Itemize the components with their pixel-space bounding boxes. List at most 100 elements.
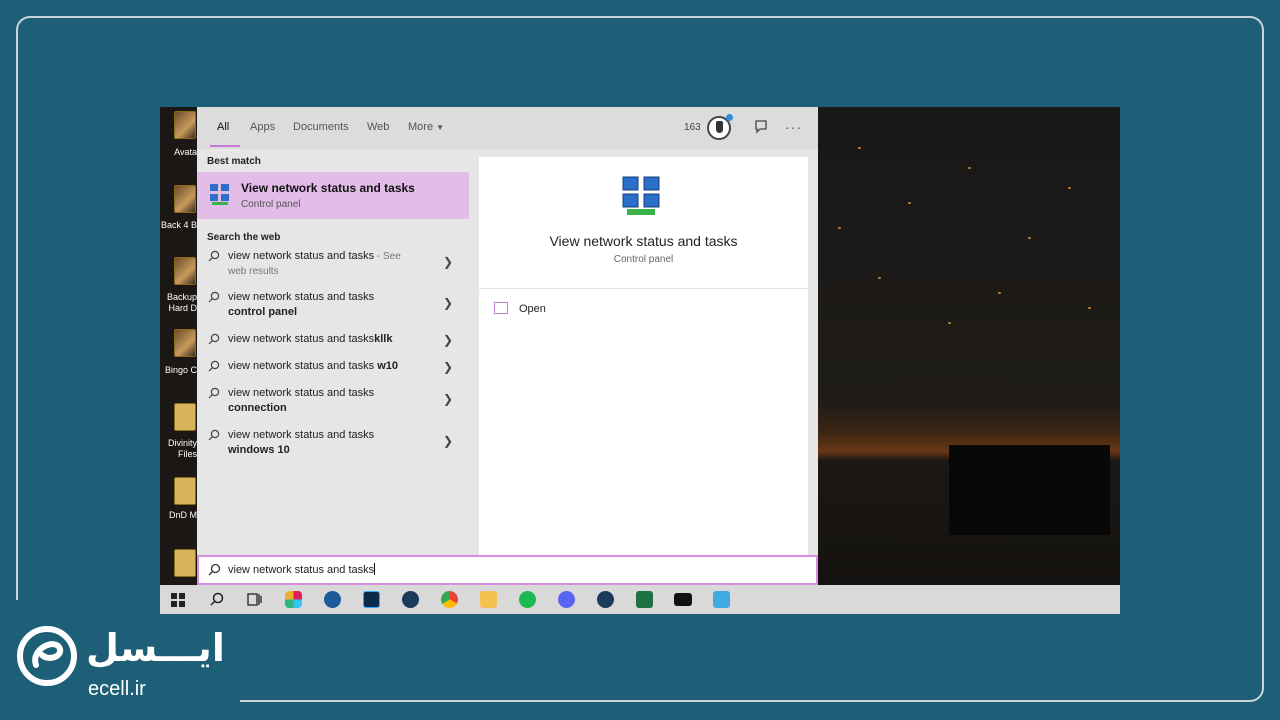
tab-more-label: More xyxy=(408,121,434,133)
file-explorer-icon[interactable] xyxy=(480,591,497,608)
search-panel: All Apps Documents Web More ▼ 163 ··· Be… xyxy=(197,107,818,555)
preview-title: View network status and tasks xyxy=(549,233,738,249)
web-result-text: view network status and tasks windows 10 xyxy=(228,428,374,458)
best-match-item[interactable]: View network status and tasks Control pa… xyxy=(197,172,469,219)
best-match-heading: Best match xyxy=(207,156,261,167)
web-result-query: view network status and tasks xyxy=(228,333,375,345)
photoshop-icon[interactable] xyxy=(363,591,380,608)
chevron-right-icon[interactable]: ❯ xyxy=(443,434,453,448)
wallpaper-star xyxy=(838,227,841,229)
desktop-icons-column: Avata Back 4 B Backup Hard D Bingo C Div… xyxy=(160,107,197,585)
screenshot-area: Avata Back 4 B Backup Hard D Bingo C Div… xyxy=(160,107,1120,614)
logo-site-text: ecell.ir xyxy=(88,678,146,700)
chrome-icon[interactable] xyxy=(441,591,458,608)
web-result-completion: kllk xyxy=(374,333,393,345)
chevron-right-icon[interactable]: ❯ xyxy=(443,333,453,347)
wallpaper-star xyxy=(1068,187,1071,189)
web-result-completion: windows 10 xyxy=(228,444,290,456)
search-icon xyxy=(208,387,220,399)
network-icon xyxy=(210,184,229,205)
chevron-right-icon[interactable]: ❯ xyxy=(443,255,453,269)
tab-all[interactable]: All xyxy=(217,121,229,133)
excel-icon[interactable] xyxy=(636,591,653,608)
wallpaper-star xyxy=(858,147,861,149)
terminal-icon[interactable] xyxy=(674,593,692,606)
web-result-completion: w10 xyxy=(377,360,398,372)
rewards-points: 163 xyxy=(684,122,701,133)
tab-apps[interactable]: Apps xyxy=(250,121,275,133)
chevron-right-icon[interactable]: ❯ xyxy=(443,296,453,310)
windows-start-icon[interactable] xyxy=(171,593,185,607)
search-box[interactable]: view network status and tasks xyxy=(197,555,818,585)
web-result-query: view network status and tasks xyxy=(228,250,375,262)
wallpaper-star xyxy=(968,167,971,169)
preview-pane: View network status and tasks Control pa… xyxy=(479,157,808,555)
more-options-icon[interactable]: ··· xyxy=(785,119,802,135)
wallpaper-star xyxy=(878,277,881,279)
desktop-file-icon[interactable] xyxy=(174,185,196,213)
ecell-logo-icon xyxy=(17,626,77,686)
steam-icon[interactable] xyxy=(402,591,419,608)
active-tab-indicator xyxy=(210,145,240,147)
web-result-text: view network status and taskskllk xyxy=(228,332,392,347)
spotify-icon[interactable] xyxy=(519,591,536,608)
wallpaper-star xyxy=(948,322,951,324)
open-icon xyxy=(494,302,508,314)
search-icon xyxy=(208,333,220,345)
web-result-text: view network status and tasks control pan… xyxy=(228,290,374,320)
logo-arabic-text: ایـــسل xyxy=(86,626,225,670)
web-result-completion: control panel xyxy=(228,306,298,318)
tab-web[interactable]: Web xyxy=(367,121,389,133)
web-result-line2: web results xyxy=(228,266,279,277)
desktop-file-icon[interactable] xyxy=(174,111,196,139)
app-circle-icon[interactable] xyxy=(324,591,341,608)
discord-icon[interactable] xyxy=(558,591,575,608)
taskbar xyxy=(160,585,1120,614)
chevron-right-icon[interactable]: ❯ xyxy=(443,392,453,406)
desktop-file-icon[interactable] xyxy=(174,329,196,357)
desktop-icon-label: Back 4 B xyxy=(160,220,197,230)
network-icon-large xyxy=(622,176,660,215)
tab-documents[interactable]: Documents xyxy=(293,121,349,133)
best-match-subtitle: Control panel xyxy=(241,199,301,210)
steam-icon[interactable] xyxy=(597,591,614,608)
web-result-suffix: - See xyxy=(374,251,401,262)
wallpaper-star xyxy=(1028,237,1031,239)
wallpaper-star xyxy=(908,202,911,204)
slack-icon[interactable] xyxy=(285,591,302,608)
web-result-text: view network status and tasks connection xyxy=(228,386,374,416)
desktop-icon-label: DnD M xyxy=(168,510,197,520)
preview-subtitle: Control panel xyxy=(613,254,674,265)
chevron-right-icon[interactable]: ❯ xyxy=(443,360,453,374)
desktop-folder-icon[interactable] xyxy=(174,477,196,505)
chevron-down-icon: ▼ xyxy=(436,123,445,132)
search-icon xyxy=(208,250,220,262)
desktop-folder-icon[interactable] xyxy=(174,549,196,577)
preview-header: View network status and tasks Control pa… xyxy=(479,157,808,289)
web-result-text: view network status and tasks - See web r… xyxy=(228,249,401,279)
web-result-query: view network status and tasks xyxy=(228,360,378,372)
search-icon xyxy=(208,291,220,303)
desktop-icon-label: Bingo C xyxy=(164,365,197,375)
search-icon xyxy=(208,563,221,576)
text-caret xyxy=(374,563,376,575)
remote-desktop-icon[interactable] xyxy=(713,591,730,608)
desktop-icon-label: Backup Hard D xyxy=(166,292,197,313)
open-label: Open xyxy=(519,303,546,315)
search-icon[interactable] xyxy=(208,591,225,608)
search-icon xyxy=(208,360,220,372)
search-icon xyxy=(208,429,220,441)
trophy-glyph xyxy=(716,121,723,133)
rewards-icon[interactable] xyxy=(707,114,733,140)
desktop-icon-label: Avata xyxy=(174,147,197,157)
web-result-completion: connection xyxy=(228,402,287,414)
feedback-icon[interactable] xyxy=(753,119,769,135)
desktop-file-icon[interactable] xyxy=(174,257,196,285)
task-view-icon[interactable] xyxy=(246,591,263,608)
search-web-heading: Search the web xyxy=(207,232,281,243)
search-tabs-bar: All Apps Documents Web More ▼ 163 ··· xyxy=(197,107,818,149)
tab-more[interactable]: More ▼ xyxy=(408,121,444,133)
desktop-folder-icon[interactable] xyxy=(174,403,196,431)
search-input[interactable]: view network status and tasks xyxy=(228,563,376,576)
web-result-query: view network status and tasks xyxy=(228,429,375,441)
